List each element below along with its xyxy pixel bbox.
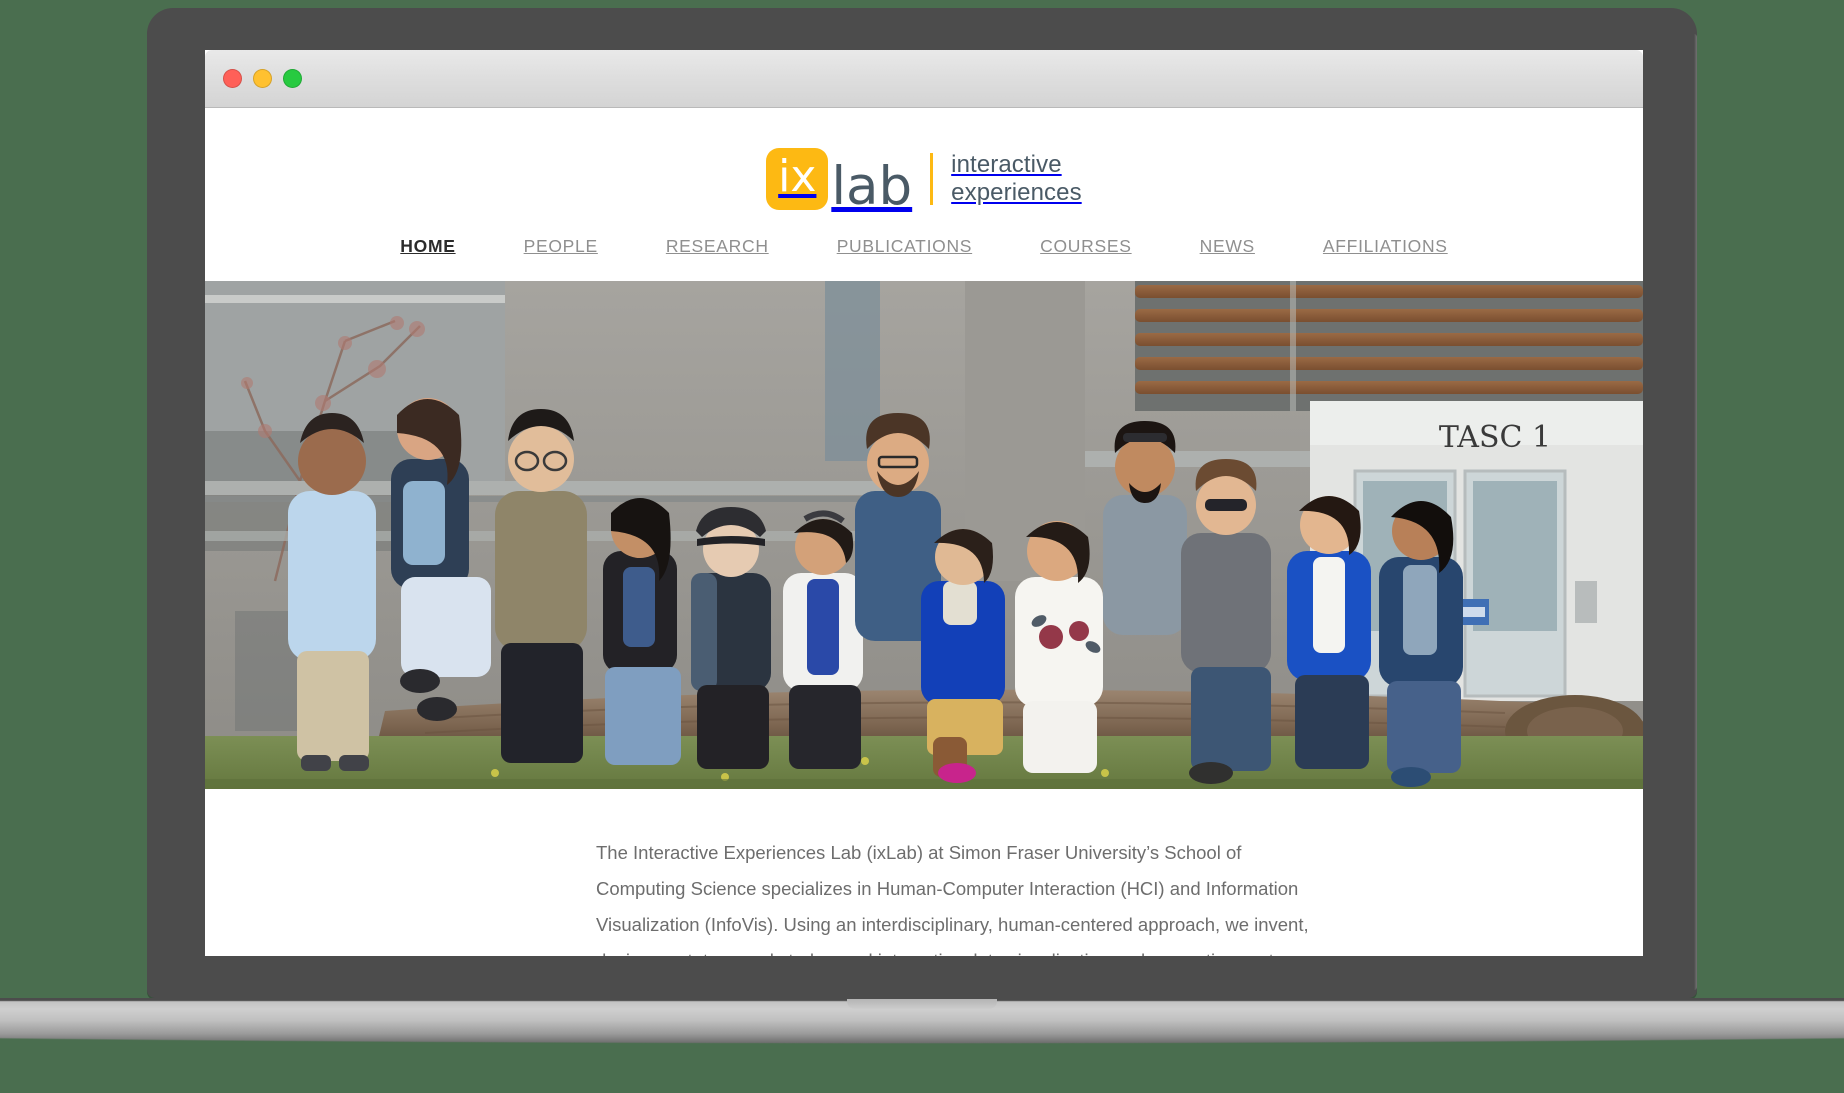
laptop-base-notch: [847, 999, 997, 1009]
browser-titlebar: [205, 50, 1643, 108]
nav-item-people[interactable]: PEOPLE: [490, 236, 632, 257]
logo-divider: [930, 153, 934, 205]
ix-tile-icon: ix: [766, 148, 829, 210]
intro-section: The Interactive Experiences Lab (ixLab) …: [205, 789, 1643, 956]
site-logo-link[interactable]: ix lab interactive experiences: [766, 148, 1082, 217]
intro-paragraph: The Interactive Experiences Lab (ixLab) …: [596, 842, 1309, 956]
logo-tagline: interactive experiences: [951, 151, 1082, 208]
nav-item-research[interactable]: RESEARCH: [632, 236, 803, 257]
nav-item-publications[interactable]: PUBLICATIONS: [803, 236, 1006, 257]
nav-item-courses[interactable]: COURSES: [1006, 236, 1165, 257]
site-header: ix lab interactive experiences: [205, 108, 1643, 216]
logo-tagline-line2: experiences: [951, 179, 1082, 206]
logo-tagline-line1: interactive: [951, 150, 1062, 178]
logo-tile-text: ix: [778, 151, 817, 202]
hero-photo-illustration: TASC 1: [205, 281, 1643, 789]
logo-word-lab: lab: [831, 156, 913, 217]
minimize-window-button[interactable]: [253, 69, 272, 88]
laptop-mockup: ix lab interactive experiences HOME PEOP…: [0, 0, 1844, 1093]
hero-group-photo: TASC 1: [205, 281, 1643, 789]
nav-item-affiliations[interactable]: AFFILIATIONS: [1289, 236, 1482, 257]
website-page: ix lab interactive experiences HOME PEOP…: [205, 108, 1643, 956]
nav-item-home[interactable]: HOME: [366, 236, 489, 257]
browser-window: ix lab interactive experiences HOME PEOP…: [205, 50, 1643, 956]
main-navigation: HOME PEOPLE RESEARCH PUBLICATIONS COURSE…: [205, 216, 1643, 281]
nav-item-news[interactable]: NEWS: [1166, 236, 1289, 257]
maximize-window-button[interactable]: [283, 69, 302, 88]
ixlab-logo-mark: ix lab: [766, 148, 913, 217]
close-window-button[interactable]: [223, 69, 242, 88]
